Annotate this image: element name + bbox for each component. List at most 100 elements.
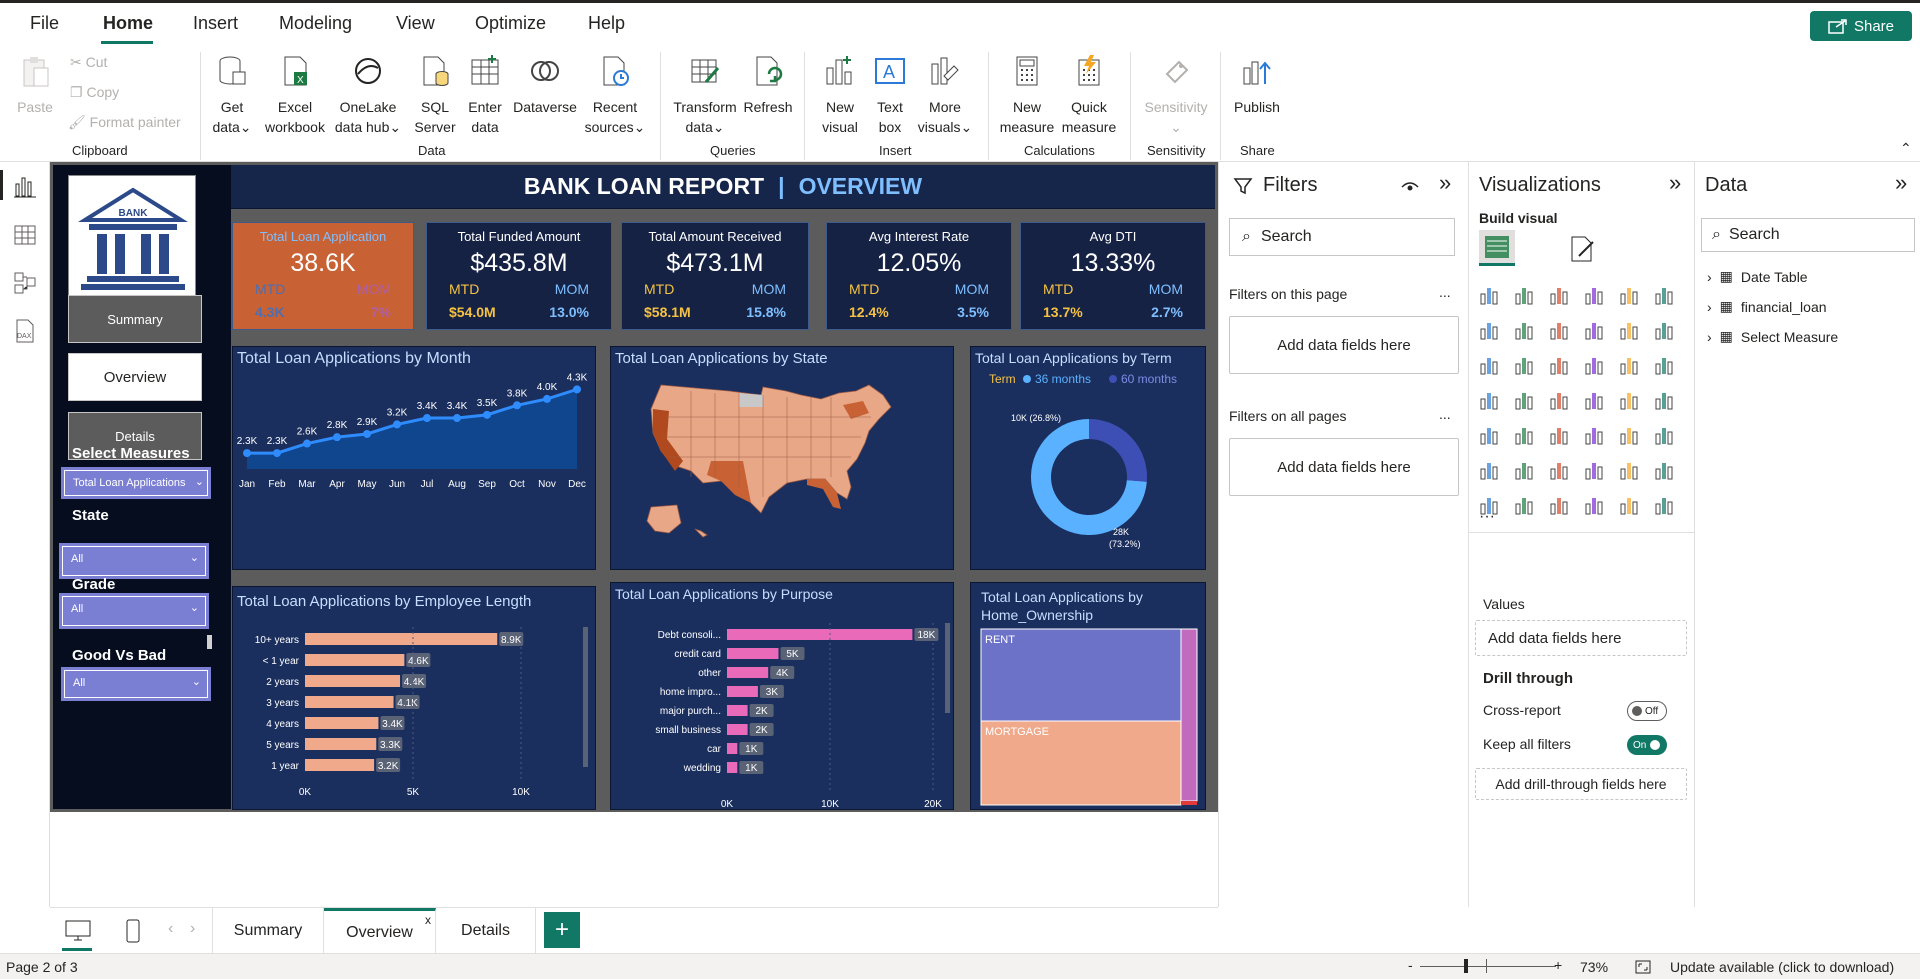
- zoom-slider-track[interactable]: [1420, 966, 1556, 967]
- format-visual-icon[interactable]: [1567, 234, 1597, 264]
- get-data-button[interactable]: Get data⌄: [208, 54, 256, 137]
- r-visual-icon[interactable]: [1654, 424, 1676, 446]
- decomposition-tree-icon[interactable]: [1549, 459, 1571, 481]
- menu-view[interactable]: View: [396, 13, 435, 34]
- zoom-out-button[interactable]: -: [1408, 957, 1413, 973]
- cross-report-toggle[interactable]: Off: [1627, 701, 1667, 721]
- publish-button[interactable]: Publish: [1226, 54, 1288, 117]
- azure-map-icon[interactable]: [1584, 389, 1606, 411]
- scroll-left-icon[interactable]: ‹: [168, 920, 173, 938]
- multi-row-card-icon[interactable]: [1479, 424, 1501, 446]
- term-donut-card[interactable]: Total Loan Applications by Term Term 36 m…: [970, 346, 1206, 570]
- sql-server-button[interactable]: SQL Server: [412, 54, 458, 137]
- menu-home[interactable]: Home: [103, 13, 153, 34]
- more-visuals-button[interactable]: More visuals⌄: [914, 54, 976, 137]
- collapse-data-icon[interactable]: »: [1895, 170, 1907, 196]
- employee-length-card[interactable]: Total Loan Applications by Employee Leng…: [232, 586, 596, 810]
- clustered-bar-icon[interactable]: [1549, 284, 1571, 306]
- good-vs-bad-slicer[interactable]: All ⌄: [61, 667, 211, 701]
- filters-all-pages-dropzone[interactable]: Add data fields here: [1229, 438, 1459, 496]
- map-icon[interactable]: [1479, 389, 1501, 411]
- text-box-button[interactable]: A Text box: [868, 54, 912, 137]
- table-view-icon[interactable]: [12, 222, 38, 248]
- refresh-button[interactable]: Refresh: [740, 54, 796, 117]
- state-slicer[interactable]: All ⌄: [59, 543, 209, 579]
- pie-icon[interactable]: [1584, 354, 1606, 376]
- drill-through-dropzone[interactable]: Add drill-through fields here: [1475, 768, 1687, 800]
- 100-bar-icon[interactable]: [1619, 284, 1641, 306]
- eye-icon[interactable]: [1401, 180, 1419, 194]
- tab-overview[interactable]: Overview x: [324, 908, 436, 954]
- chevron-icon[interactable]: [1654, 494, 1676, 516]
- model-view-icon[interactable]: [12, 270, 38, 296]
- menu-help[interactable]: Help: [588, 13, 625, 34]
- data-search-input[interactable]: ⌕ Search: [1701, 218, 1915, 252]
- filled-map-icon[interactable]: [1514, 389, 1536, 411]
- stacked-area-icon[interactable]: [1549, 319, 1571, 341]
- zoom-slider-thumb[interactable]: [1464, 959, 1468, 973]
- kpi-total-amount-received[interactable]: Total Amount Received $473.1M MTD MOM $5…: [621, 222, 809, 330]
- sensitivity-button[interactable]: Sensitivity ⌄: [1138, 54, 1214, 137]
- waterfall-icon[interactable]: [1479, 354, 1501, 376]
- collapse-visualizations-icon[interactable]: »: [1669, 170, 1681, 196]
- dataverse-button[interactable]: Dataverse: [510, 54, 580, 117]
- donut-icon[interactable]: [1619, 354, 1641, 376]
- power-apps-icon[interactable]: [1514, 494, 1536, 516]
- update-available-link[interactable]: Update available (click to download): [1670, 959, 1894, 975]
- collapse-filters-icon[interactable]: »: [1439, 170, 1451, 196]
- arcgis-icon[interactable]: [1584, 494, 1606, 516]
- dax-query-view-icon[interactable]: DAX: [12, 318, 38, 344]
- kpi-icon[interactable]: [1514, 424, 1536, 446]
- quick-measure-button[interactable]: Quick measure: [1058, 54, 1120, 137]
- narrative-icon[interactable]: [1619, 459, 1641, 481]
- values-dropzone[interactable]: Add data fields here: [1475, 620, 1687, 656]
- excel-workbook-button[interactable]: X Excel workbook: [262, 54, 328, 137]
- filters-search-input[interactable]: ⌕ Search: [1229, 218, 1455, 256]
- transform-data-button[interactable]: Transform data⌄: [670, 54, 740, 137]
- tab-summary[interactable]: Summary: [212, 908, 324, 954]
- menu-modeling[interactable]: Modeling: [279, 13, 352, 34]
- ribbon-icon[interactable]: [1654, 319, 1676, 341]
- matrix-icon[interactable]: [1619, 424, 1641, 446]
- line-stacked-column-icon[interactable]: [1619, 319, 1641, 341]
- gauge-icon[interactable]: [1619, 389, 1641, 411]
- slicer-icon[interactable]: [1549, 424, 1571, 446]
- table-icon[interactable]: [1584, 424, 1606, 446]
- state-map-card[interactable]: Total Loan Applications by State: [610, 346, 954, 570]
- home-ownership-card[interactable]: Total Loan Applications by Home_Ownershi…: [970, 582, 1206, 810]
- more-options-icon[interactable]: ...: [1439, 406, 1451, 422]
- purpose-card[interactable]: Total Loan Applications by Purpose Debt …: [610, 582, 954, 810]
- build-visual-tab[interactable]: [1479, 230, 1515, 266]
- stacked-bar-icon[interactable]: [1479, 284, 1501, 306]
- scroll-right-icon[interactable]: ›: [190, 920, 195, 938]
- cut-button[interactable]: ✂ Cut: [70, 54, 107, 71]
- menu-file[interactable]: File: [30, 13, 59, 34]
- new-measure-button[interactable]: New measure: [996, 54, 1058, 137]
- tab-details[interactable]: Details: [436, 908, 536, 954]
- shape-map-icon[interactable]: [1549, 389, 1571, 411]
- onelake-button[interactable]: OneLake data hub⌄: [332, 54, 404, 137]
- menu-insert[interactable]: Insert: [193, 13, 238, 34]
- grade-slicer[interactable]: All ⌄: [59, 593, 209, 629]
- more-visuals-ellipsis[interactable]: ···: [1479, 508, 1495, 526]
- table-item-date[interactable]: › ▦ Date Table: [1707, 268, 1808, 285]
- new-visual-button[interactable]: New visual: [814, 54, 866, 137]
- share-button[interactable]: Share: [1810, 11, 1912, 41]
- filters-this-page-dropzone[interactable]: Add data fields here: [1229, 316, 1459, 374]
- desktop-layout-icon[interactable]: [64, 918, 92, 944]
- collapse-ribbon-icon[interactable]: ⌃: [1900, 140, 1912, 157]
- clustered-column-icon[interactable]: [1584, 284, 1606, 306]
- enter-data-button[interactable]: Enter data: [462, 54, 508, 137]
- more-options-icon[interactable]: ...: [1439, 284, 1451, 300]
- area-icon[interactable]: [1514, 319, 1536, 341]
- close-icon[interactable]: x: [425, 913, 431, 927]
- mobile-layout-icon[interactable]: [124, 918, 142, 944]
- menu-optimize[interactable]: Optimize: [475, 13, 546, 34]
- keep-filters-toggle[interactable]: On: [1627, 735, 1667, 755]
- python-visual-icon[interactable]: [1479, 459, 1501, 481]
- funnel-icon[interactable]: [1514, 354, 1536, 376]
- card-icon[interactable]: [1654, 389, 1676, 411]
- diamond-icon[interactable]: [1619, 494, 1641, 516]
- scatter-icon[interactable]: [1549, 354, 1571, 376]
- kpi-total-funded-amount[interactable]: Total Funded Amount $435.8M MTD MOM $54.…: [426, 222, 612, 330]
